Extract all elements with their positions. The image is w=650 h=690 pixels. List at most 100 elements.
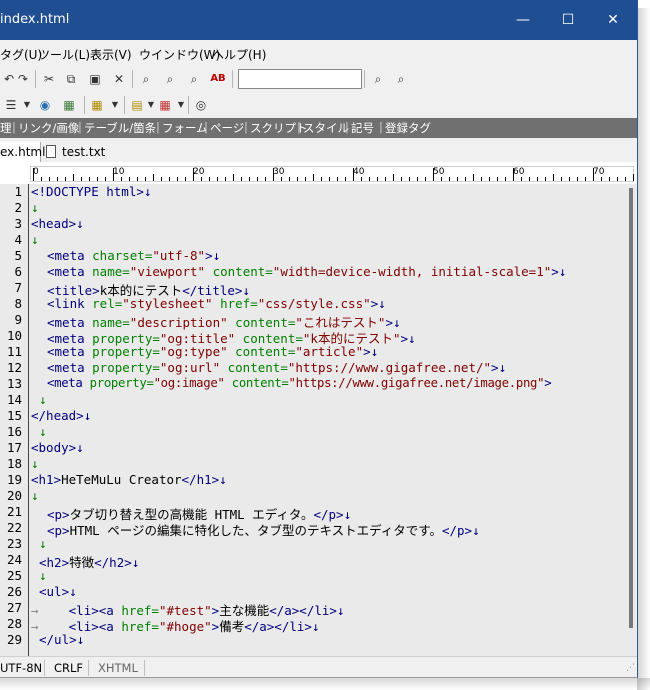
tab-label: test.txt xyxy=(62,145,106,159)
status-encoding[interactable]: UTF-8N xyxy=(0,661,42,675)
ruler-tick xyxy=(169,177,170,181)
ruler-tick xyxy=(473,174,474,181)
ruler-tick xyxy=(561,177,562,181)
find-prev-icon[interactable]: ⌕ xyxy=(185,70,203,88)
line-number: 4 xyxy=(14,232,22,247)
tagbar-item[interactable]: 記号 xyxy=(351,120,374,136)
menu-window[interactable]: ウインドウ(W) xyxy=(139,46,220,63)
table-icon[interactable]: ▦ xyxy=(88,96,106,114)
ruler-tick xyxy=(233,174,234,181)
line-number: 18 xyxy=(6,456,22,471)
scrollbar-thumb[interactable] xyxy=(629,188,633,628)
line-number: 19 xyxy=(6,472,22,487)
code-line: <!DOCTYPE html>↓ xyxy=(31,184,152,199)
ruler-tick xyxy=(273,168,274,181)
code-attr: name= xyxy=(92,264,130,279)
search-up-icon[interactable]: ⌕ xyxy=(392,70,410,88)
ruler-tick xyxy=(369,177,370,181)
vertical-scrollbar[interactable] xyxy=(623,184,637,656)
status-line-ending[interactable]: CRLF xyxy=(54,661,83,675)
tagbar-item[interactable]: スタイル xyxy=(303,120,349,136)
image-icon[interactable]: ▦ xyxy=(60,96,78,114)
ruler-tick xyxy=(489,177,490,181)
close-button[interactable]: ✕ xyxy=(598,8,628,32)
spellcheck-icon[interactable]: AB xyxy=(209,70,227,88)
tagbar-item[interactable]: フォーム xyxy=(162,120,208,136)
code-attr: property= xyxy=(89,376,154,390)
globe-icon[interactable]: ◉ xyxy=(36,96,54,114)
menu-tool[interactable]: ツール(L) xyxy=(38,46,90,63)
status-mode[interactable]: XHTML xyxy=(98,661,138,675)
status-bar: UTF-8N CRLF XHTML ⋰ xyxy=(0,656,637,677)
find-icon[interactable]: ⌕ xyxy=(137,70,155,88)
redo-icon[interactable]: ↷ xyxy=(14,70,32,88)
ruler-tick xyxy=(249,177,250,181)
code-tag: <meta xyxy=(47,344,93,359)
ruler-tick xyxy=(537,177,538,181)
tagbar-item[interactable]: 理 xyxy=(0,120,12,136)
ruler-tick xyxy=(425,177,426,181)
paste-icon[interactable]: ▣ xyxy=(86,70,104,88)
tab-test-txt[interactable]: test.txt xyxy=(46,142,116,162)
resize-grip-icon[interactable]: ⋰ xyxy=(626,663,635,673)
code-tag: </h1>↓ xyxy=(181,472,227,487)
ruler-tick xyxy=(57,177,58,181)
tagbar-item[interactable]: リンク/画像 xyxy=(18,120,79,136)
code-tag: <meta xyxy=(47,264,93,279)
line-number: 21 xyxy=(6,504,22,519)
code-tag: <meta xyxy=(47,376,90,390)
line-number: 2 xyxy=(14,200,22,215)
tagbar-item[interactable]: テーブル/箇条 xyxy=(84,120,156,136)
copy-icon[interactable]: ⧉ xyxy=(62,70,80,88)
search-down-icon[interactable]: ⌕ xyxy=(369,70,387,88)
code-text: 備考 xyxy=(219,619,245,634)
line-number: 8 xyxy=(14,296,22,311)
code-tag: <link xyxy=(47,296,93,311)
cut-icon[interactable]: ✂ xyxy=(40,70,58,88)
ruler-tick xyxy=(49,177,50,181)
tagbar-divider: | xyxy=(156,120,160,134)
find-next-icon[interactable]: ⌕ xyxy=(161,70,179,88)
title-bar[interactable]: index.html — ☐ ✕ xyxy=(0,0,637,40)
code-line: <meta name="viewport" content="width=dev… xyxy=(47,264,566,279)
code-tag: >↓ xyxy=(205,248,221,263)
ruler-tick xyxy=(585,177,586,181)
search-input[interactable] xyxy=(238,69,362,89)
comment-icon[interactable]: ◎ xyxy=(192,96,210,114)
status-divider xyxy=(144,660,145,676)
chevron-down-icon[interactable]: ▼ xyxy=(18,96,36,114)
menu-help[interactable]: ヘルプ(H) xyxy=(212,46,266,63)
delete-icon[interactable]: ✕ xyxy=(110,70,128,88)
status-divider xyxy=(44,660,45,676)
ruler-tick xyxy=(161,177,162,181)
minimize-button[interactable]: — xyxy=(508,8,538,32)
ruler-tick xyxy=(289,177,290,181)
ruler-tick xyxy=(41,177,42,181)
ruler-tick xyxy=(185,177,186,181)
tagbar-item[interactable]: ページ xyxy=(210,120,244,136)
menu-tag[interactable]: タグ(U) xyxy=(0,46,42,63)
line-number: 16 xyxy=(6,424,22,439)
code-attr: href= xyxy=(121,619,159,634)
code-editor[interactable]: 1 2 3 4 5 6 7 8 9 10 11 12 13 14 15 16 1… xyxy=(0,184,637,656)
ruler-tick xyxy=(601,177,602,181)
ruler-tick xyxy=(193,168,194,181)
line-number: 24 xyxy=(6,552,22,567)
chevron-down-icon[interactable]: ▼ xyxy=(106,96,124,114)
maximize-button[interactable]: ☐ xyxy=(553,8,583,32)
tab-index-html[interactable]: ex.html xyxy=(0,142,45,162)
tag-category-bar: 理 | リンク/画像 | テーブル/箇条 | フォーム | ページ | スクリプ… xyxy=(0,118,637,138)
code-text: 特徴 xyxy=(69,555,95,570)
tagbar-divider: | xyxy=(345,120,349,134)
tagbar-item[interactable]: 登録タグ xyxy=(385,120,431,136)
code-line: <link rel="stylesheet" href="css/style.c… xyxy=(47,296,386,311)
ruler-tick xyxy=(529,177,530,181)
ruler-tick xyxy=(393,174,394,181)
code-tag: >↓ xyxy=(370,296,386,311)
code-tag: >↓ xyxy=(363,344,379,359)
code-line: </head>↓ xyxy=(31,408,92,423)
line-number: 22 xyxy=(6,520,22,535)
ruler-tick xyxy=(281,177,282,181)
menu-view[interactable]: 表示(V) xyxy=(90,46,132,63)
editor-window: index.html — ☐ ✕ タグ(U) ツール(L) 表示(V) ウインド… xyxy=(0,0,638,678)
